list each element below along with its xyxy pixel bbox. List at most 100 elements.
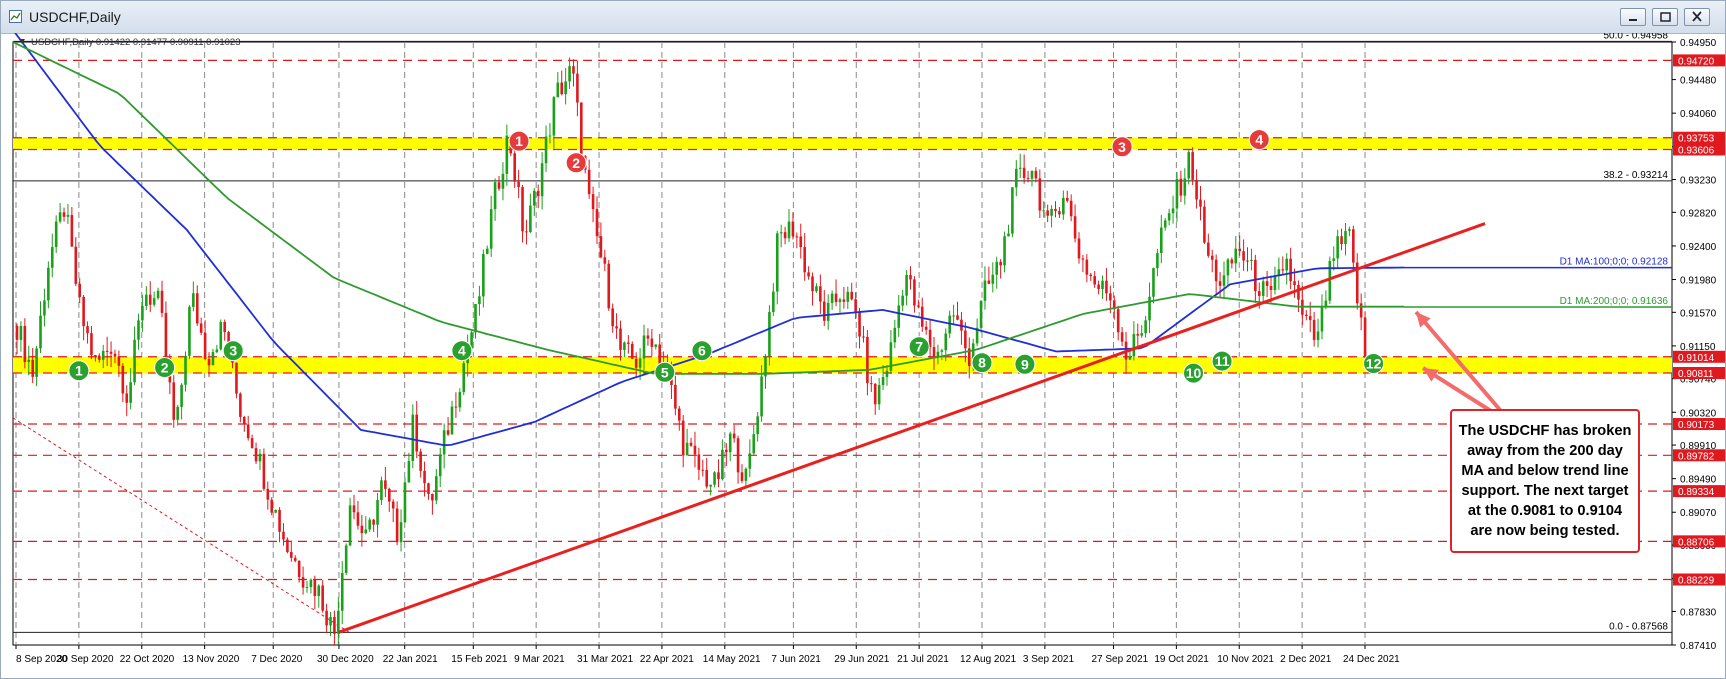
support-marker-label: 2 [161,359,169,375]
resistance-marker-label: 2 [572,155,580,171]
candle-body [66,214,70,217]
candle-body [1269,285,1273,290]
candle-body [415,414,419,452]
candle-body [113,353,117,357]
candle-body [313,579,317,596]
support-marker-label: 7 [915,339,923,355]
candle-body [1148,296,1151,321]
symbol-info-label: USDCHF,Daily 0.91422 0.91477 0.90911 0.9… [31,37,241,48]
candle-body [983,280,987,301]
candle-body [1320,306,1324,332]
y-tick-label: 0.89490 [1680,475,1717,486]
candle-body [834,293,838,303]
candle-body [991,274,995,284]
restore-button[interactable] [1652,8,1678,26]
support-marker-label: 1 [75,363,83,379]
candle-body [293,557,297,561]
price-level-box-label: 0.88229 [1678,576,1715,587]
candle-body [223,322,226,333]
candle-body [1289,258,1292,282]
candle-body [121,365,125,394]
candle-body [1308,315,1312,321]
x-tick-label: 9 Mar 2021 [514,654,565,665]
candle-body [1195,179,1198,200]
candle-body [603,257,607,264]
candle-body [1312,320,1316,340]
candle-body [634,358,638,368]
candle-body [897,305,901,328]
candle-body [838,299,842,303]
candle-body [866,336,869,384]
candle-body [438,454,442,477]
candle-body [1089,274,1093,277]
candle-body [905,275,908,296]
candle-body [697,454,701,470]
candle-body [364,529,368,534]
candle-body [86,326,89,334]
candle-body [145,294,148,306]
candle-body [31,359,34,377]
candle-body [505,135,509,174]
candle-body [732,433,736,439]
close-button[interactable] [1684,8,1710,26]
candle-body [454,406,458,408]
candle-body [1101,280,1104,290]
candle-body [1077,238,1081,259]
candle-body [654,344,658,347]
close-icon [1692,11,1702,22]
candle-body [529,205,532,232]
candle-body [1352,229,1355,263]
candle-body [74,246,78,284]
candle-body [901,295,904,306]
candle-body [513,153,516,182]
candle-body [791,221,795,237]
candle-body [979,300,983,328]
candle-body [760,376,763,417]
candle-body [564,81,567,95]
candle-body [1011,187,1014,234]
candle-body [372,519,375,525]
candle-body [1160,227,1163,254]
candle-body [1163,220,1167,228]
candle-body [1136,334,1140,336]
y-tick-label: 0.90320 [1680,408,1717,419]
x-tick-label: 21 Jul 2021 [897,654,949,665]
candle-body [1022,167,1026,178]
candle-body [548,135,552,137]
candle-body [203,332,207,359]
candle-body [1050,208,1053,216]
x-tick-label: 3 Sep 2021 [1023,654,1075,665]
candle-body [497,182,501,189]
candle-body [262,453,266,489]
candle-body [681,420,685,456]
candle-body [1242,251,1245,261]
candle-body [1230,259,1234,264]
candle-body [999,261,1002,266]
x-tick-label: 31 Mar 2021 [577,654,634,665]
candle-body [15,325,19,340]
candle-body [70,214,74,247]
candle-body [309,579,313,588]
candle-body [1359,303,1363,318]
restore-icon [1660,12,1671,22]
candle-body [858,311,861,337]
candle-body [474,304,477,333]
candle-body [47,267,50,301]
candle-body [1340,236,1343,245]
minimize-button[interactable] [1620,8,1646,26]
candle-body [1183,178,1187,196]
price-level-box-label: 0.93753 [1678,134,1715,145]
candle-body [1261,281,1265,296]
candle-body [803,247,806,273]
candle-body [317,585,321,596]
candle-body [301,577,305,588]
candle-body [94,354,97,356]
x-tick-label: 22 Apr 2021 [640,654,694,665]
candle-body [822,301,826,321]
candle-body [591,194,595,210]
candle-body [246,424,250,439]
candle-body [337,610,340,634]
candle-body [799,236,803,248]
candle-body [1046,210,1049,216]
candle-body [1167,213,1171,221]
